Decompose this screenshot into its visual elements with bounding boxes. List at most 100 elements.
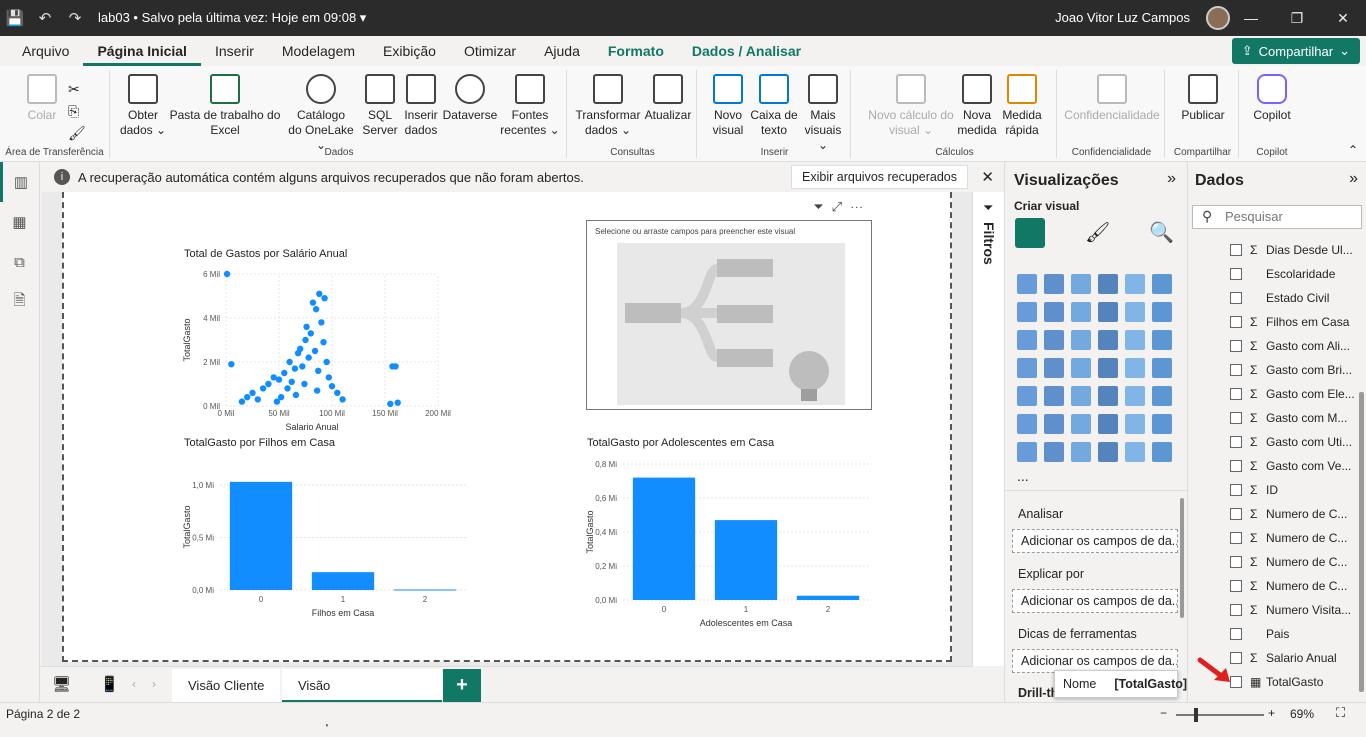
visual-type-icon[interactable]: [1125, 386, 1145, 406]
visual-type-icon[interactable]: [1017, 414, 1037, 434]
document-title[interactable]: lab03 • Salvo pela última vez: Hoje em 0…: [98, 10, 366, 26]
tab-ajuda[interactable]: Ajuda: [530, 36, 594, 66]
field-item[interactable]: Σ Salario Anual: [1230, 648, 1337, 668]
zoom-in-icon[interactable]: +: [1268, 706, 1275, 720]
close-icon[interactable]: ✕: [981, 168, 994, 186]
visual-type-icon[interactable]: [1152, 330, 1172, 350]
visual-type-icon[interactable]: [1017, 358, 1037, 378]
field-item[interactable]: Estado Civil: [1230, 288, 1329, 308]
field-item[interactable]: Σ Numero Visita...: [1230, 600, 1351, 620]
field-item[interactable]: Σ Numero de C...: [1230, 528, 1347, 548]
visual-type-icon[interactable]: [1125, 274, 1145, 294]
field-checkbox[interactable]: [1230, 316, 1242, 328]
sql-server-button[interactable]: SQL Server: [360, 74, 400, 138]
field-item[interactable]: Σ ID: [1230, 480, 1278, 500]
scrollbar[interactable]: [1180, 498, 1184, 618]
undo-icon[interactable]: ↶: [30, 9, 60, 27]
visual-type-icon[interactable]: [1071, 274, 1091, 294]
visual-type-icon[interactable]: [1071, 386, 1091, 406]
page-tab-visao-comportamento[interactable]: Visão Comportamento: [282, 669, 442, 727]
tab-otimizar[interactable]: Otimizar: [450, 36, 530, 66]
fontes-recentes-button[interactable]: Fontes recentes ⌄: [498, 74, 562, 138]
table-view-icon[interactable]: ▦: [0, 202, 39, 242]
tab-exibicao[interactable]: Exibição: [369, 36, 450, 66]
well-analisar[interactable]: Adicionar os campos de da...: [1012, 529, 1178, 553]
visual-type-icon[interactable]: [1098, 330, 1118, 350]
visual-header-icons[interactable]: ⏷⤢⋯: [813, 199, 871, 215]
field-checkbox[interactable]: [1230, 292, 1242, 304]
confidencialidade-button[interactable]: Confidencialidade: [1061, 74, 1163, 123]
paste-button[interactable]: Colar: [22, 74, 62, 123]
visual-type-icon[interactable]: [1152, 414, 1172, 434]
nav-next-icon[interactable]: ›: [152, 677, 156, 691]
visual-type-icon[interactable]: [1017, 386, 1037, 406]
visual-type-icon[interactable]: [1152, 302, 1172, 322]
caixa-texto-button[interactable]: Caixa de texto: [749, 74, 799, 138]
visual-type-icon[interactable]: [1044, 442, 1064, 462]
visual-type-icon[interactable]: [1044, 330, 1064, 350]
close-icon[interactable]: ✕: [1320, 0, 1366, 36]
field-item[interactable]: Σ Gasto com Ele...: [1230, 384, 1355, 404]
zoom-slider[interactable]: [1176, 714, 1264, 716]
model-view-icon[interactable]: ⧉: [0, 242, 39, 282]
field-item[interactable]: Σ Numero de C...: [1230, 576, 1347, 596]
visual-type-icon[interactable]: [1125, 302, 1145, 322]
tab-modelagem[interactable]: Modelagem: [268, 36, 369, 66]
tab-inserir[interactable]: Inserir: [201, 36, 268, 66]
field-item[interactable]: Pais: [1230, 624, 1289, 644]
visual-type-icon[interactable]: [1098, 414, 1118, 434]
scatter-chart[interactable]: 0 Mil2 Mil4 Mil6 Mil0 Mil 50 Mil 100 Mil 15…: [176, 264, 476, 434]
visual-type-icon[interactable]: [1071, 442, 1091, 462]
field-checkbox[interactable]: [1230, 580, 1242, 592]
visual-type-icon[interactable]: [1098, 386, 1118, 406]
visual-type-icon[interactable]: [1098, 358, 1118, 378]
save-icon[interactable]: 💾: [0, 9, 30, 27]
field-checkbox[interactable]: [1230, 604, 1242, 616]
add-page-button[interactable]: +: [443, 669, 481, 703]
field-item[interactable]: Σ Gasto com Ve...: [1230, 456, 1351, 476]
field-item[interactable]: Σ Gasto com M...: [1230, 408, 1347, 428]
redo-icon[interactable]: ↷: [60, 9, 90, 27]
well-explicar[interactable]: Adicionar os campos de da...: [1012, 589, 1178, 613]
inserir-dados-button[interactable]: Inserir dados: [400, 74, 442, 138]
atualizar-button[interactable]: Atualizar: [641, 74, 695, 123]
field-checkbox[interactable]: [1230, 556, 1242, 568]
mobile-layout-icon[interactable]: 📱: [100, 675, 119, 693]
visual-type-icon[interactable]: [1017, 330, 1037, 350]
visual-type-icon[interactable]: [1071, 302, 1091, 322]
search-input[interactable]: ⚲ Pesquisar: [1192, 205, 1362, 229]
field-checkbox[interactable]: [1230, 412, 1242, 424]
tab-arquivo[interactable]: Arquivo: [8, 36, 83, 66]
visual-type-icon[interactable]: [1152, 386, 1172, 406]
novo-visual-button[interactable]: Novo visual: [705, 74, 751, 138]
dax-view-icon[interactable]: 🗎: [0, 282, 39, 322]
field-item[interactable]: Σ Filhos em Casa: [1230, 312, 1349, 332]
visual-type-icon[interactable]: [1017, 274, 1037, 294]
zoom-out-icon[interactable]: −: [1160, 706, 1167, 720]
field-checkbox[interactable]: [1230, 436, 1242, 448]
bar-chart-adolescentes[interactable]: 0,0 Mi 0,2 Mi 0,4 Mi 0,6 Mi 0,8 Mi 0 1 2 Adolesc…: [579, 454, 879, 634]
nova-medida-button[interactable]: Nova medida: [957, 74, 997, 138]
visual-type-icon[interactable]: [1017, 302, 1037, 322]
visual-type-icon[interactable]: [1098, 302, 1118, 322]
analytics-icon[interactable]: 🔍: [1149, 220, 1174, 245]
publicar-button[interactable]: Publicar: [1173, 74, 1233, 123]
onelake-button[interactable]: Catálogo do OneLake ⌄: [282, 74, 360, 153]
visual-type-icon[interactable]: [1044, 302, 1064, 322]
visual-type-icon[interactable]: [1098, 274, 1118, 294]
field-checkbox[interactable]: [1230, 244, 1242, 256]
excel-button[interactable]: Pasta de trabalho do Excel: [168, 74, 282, 138]
user-name[interactable]: Joao Vitor Luz Campos: [1055, 10, 1190, 25]
page-tab-visao-cliente[interactable]: Visão Cliente: [172, 669, 281, 703]
mais-visuais-button[interactable]: Mais visuais ⌄: [799, 74, 847, 153]
dataverse-button[interactable]: Dataverse: [442, 74, 498, 123]
obter-dados-button[interactable]: Obter dados ⌄: [118, 74, 168, 138]
report-view-icon[interactable]: ▥: [0, 162, 39, 202]
field-checkbox[interactable]: [1230, 508, 1242, 520]
visual-type-icon[interactable]: [1152, 442, 1172, 462]
novo-calculo-button[interactable]: Novo cálculo do visual ⌄: [861, 74, 961, 138]
fit-page-icon[interactable]: ⛶: [1336, 705, 1345, 721]
field-item[interactable]: Σ Numero de C...: [1230, 504, 1347, 524]
tab-dados-analisar[interactable]: Dados / Analisar: [678, 36, 815, 66]
filters-pane[interactable]: ⏷ Filtros: [972, 192, 1004, 666]
